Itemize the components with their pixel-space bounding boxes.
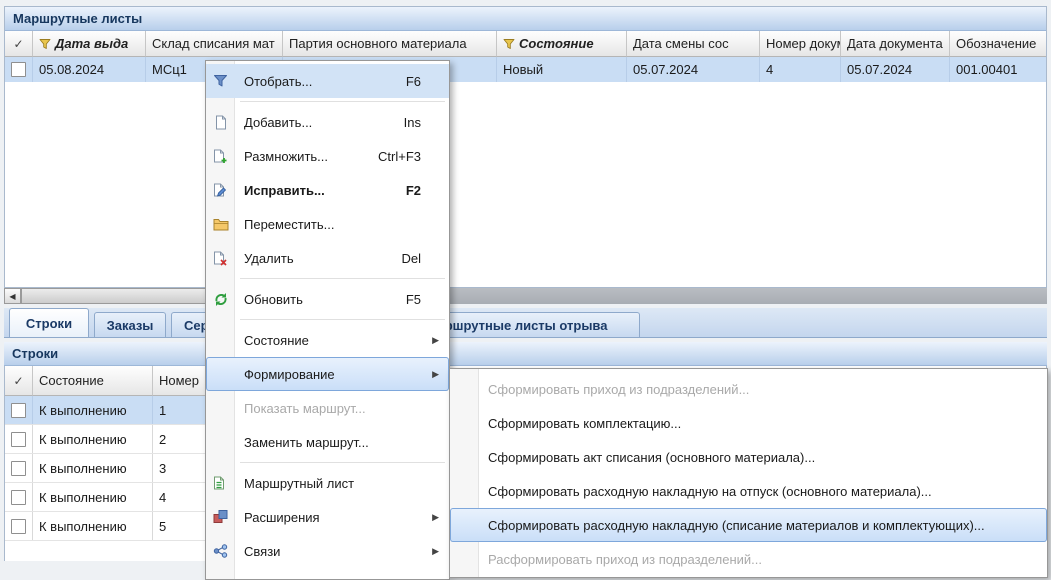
row-check-cell (5, 512, 33, 540)
filter-icon (212, 73, 229, 90)
shortcut-label: Del (383, 251, 439, 266)
menu-item-replace-route[interactable]: Заменить маршрут... (206, 425, 449, 459)
filter-icon (39, 38, 51, 50)
menu-separator (206, 275, 449, 282)
submenu-arrow-icon: ▶ (414, 546, 439, 557)
horizontal-scrollbar[interactable]: ◀ (4, 288, 1047, 304)
formation-submenu: Сформировать приход из подразделений... … (449, 368, 1048, 578)
row-check-cell (5, 396, 33, 424)
column-header-batch[interactable]: Партия основного материала (283, 31, 497, 57)
row-check-cell (5, 483, 33, 511)
lines-panel-title: Строки (12, 346, 58, 361)
shortcut-label: F2 (388, 183, 439, 198)
menu-separator (206, 459, 449, 466)
menu-item-show-route: Показать маршрут... (206, 391, 449, 425)
menu-item-filter[interactable]: Отобрать... F6 (206, 64, 449, 98)
submenu-arrow-icon: ▶ (414, 512, 439, 523)
move-folder-icon (212, 216, 229, 233)
refresh-icon (212, 291, 229, 308)
submenu-item-form-writeoff-invoice[interactable]: Сформировать расходную накладную (списан… (450, 508, 1047, 542)
column-header-check[interactable]: ✓ (5, 31, 33, 57)
menu-item-delete[interactable]: Удалить Del (206, 241, 449, 275)
checkmark-icon: ✓ (13, 37, 23, 51)
column-header-warehouse[interactable]: Склад списания мат (146, 31, 283, 57)
shortcut-label: Ins (386, 115, 439, 130)
shortcut-label: F5 (388, 292, 439, 307)
row-checkbox[interactable] (11, 519, 26, 534)
cell-issue-date: 05.08.2024 (33, 57, 146, 82)
submenu-item-form-kitting[interactable]: Сформировать комплектацию... (450, 406, 1047, 440)
menu-item-route-sheet[interactable]: Маршрутный лист (206, 466, 449, 500)
lines-column-header-check[interactable]: ✓ (5, 366, 33, 396)
row-check-cell (5, 454, 33, 482)
menu-item-duplicate[interactable]: Размножить... Ctrl+F3 (206, 139, 449, 173)
delete-icon (212, 250, 229, 267)
add-icon (212, 114, 229, 131)
menu-item-move[interactable]: Переместить... (206, 207, 449, 241)
row-check-cell (5, 425, 33, 453)
cell-line-state: К выполнению (33, 425, 153, 453)
submenu-arrow-icon: ▶ (414, 335, 439, 346)
extensions-icon (212, 509, 229, 526)
row-check-cell (5, 57, 33, 82)
cell-designation: 001.00401 (950, 57, 1046, 82)
tab-stroki[interactable]: Строки (9, 308, 89, 337)
cell-line-state: К выполнению (33, 512, 153, 540)
submenu-item-unform-receipt: Расформировать приход из подразделений..… (450, 542, 1047, 576)
menu-item-state[interactable]: Состояние ▶ (206, 323, 449, 357)
menu-separator (206, 98, 449, 105)
menu-item-refresh[interactable]: Обновить F5 (206, 282, 449, 316)
submenu-arrow-icon: ▶ (414, 369, 439, 380)
filter-icon (503, 38, 515, 50)
links-icon (212, 543, 229, 560)
cell-doc-date: 05.07.2024 (841, 57, 950, 82)
menu-item-edit[interactable]: Исправить... F2 (206, 173, 449, 207)
bottom-tabbar: Строки Заказы Сер Маршрутные листы отрыв… (4, 308, 1047, 338)
column-header-state[interactable]: Состояние (497, 31, 627, 57)
row-checkbox[interactable] (11, 461, 26, 476)
routes-table-row[interactable]: 05.08.2024 МСц1 Новый 05.07.2024 4 05.07… (5, 57, 1046, 82)
scroll-left-icon: ◀ (9, 292, 15, 301)
column-header-issue-date[interactable]: Дата выда (33, 31, 146, 57)
menu-item-formation[interactable]: Формирование ▶ (206, 357, 449, 391)
submenu-item-form-issue-invoice[interactable]: Сформировать расходную накладную на отпу… (450, 474, 1047, 508)
edit-icon (212, 182, 229, 199)
lines-panel-header: Строки (4, 342, 1047, 366)
column-header-doc-date[interactable]: Дата документа (841, 31, 950, 57)
submenu-item-form-writeoff-act[interactable]: Сформировать акт списания (основного мат… (450, 440, 1047, 474)
row-checkbox[interactable] (11, 403, 26, 418)
scroll-left-button[interactable]: ◀ (4, 288, 21, 304)
cell-line-state: К выполнению (33, 396, 153, 424)
shortcut-label: Ctrl+F3 (360, 149, 439, 164)
menu-item-links[interactable]: Связи ▶ (206, 534, 449, 568)
tab-zakazy[interactable]: Заказы (94, 312, 166, 337)
checkmark-icon: ✓ (13, 374, 23, 388)
lines-column-header-state[interactable]: Состояние (33, 366, 153, 396)
menu-item-extensions[interactable]: Расширения ▶ (206, 500, 449, 534)
row-checkbox[interactable] (11, 62, 26, 77)
cell-line-state: К выполнению (33, 454, 153, 482)
routes-panel-header: Маршрутные листы (5, 7, 1046, 31)
cell-line-state: К выполнению (33, 483, 153, 511)
duplicate-icon (212, 148, 229, 165)
scrollbar-track[interactable] (439, 288, 1047, 304)
cell-state-change-date: 05.07.2024 (627, 57, 760, 82)
routes-panel: Маршрутные листы ✓ Дата выда Склад списа… (4, 6, 1047, 288)
submenu-item-form-receipt: Сформировать приход из подразделений... (450, 372, 1047, 406)
menu-separator (206, 316, 449, 323)
shortcut-label: F6 (388, 74, 439, 89)
cell-doc-number: 4 (760, 57, 841, 82)
column-header-doc-number[interactable]: Номер докум (760, 31, 841, 57)
routes-panel-title: Маршрутные листы (13, 11, 142, 26)
cell-state: Новый (497, 57, 627, 82)
row-checkbox[interactable] (11, 490, 26, 505)
context-menu: Отобрать... F6 Добавить... Ins Размножит… (205, 60, 450, 580)
menu-item-add[interactable]: Добавить... Ins (206, 105, 449, 139)
column-header-designation[interactable]: Обозначение (950, 31, 1046, 57)
row-checkbox[interactable] (11, 432, 26, 447)
route-sheet-icon (212, 475, 229, 492)
column-header-state-change-date[interactable]: Дата смены сос (627, 31, 760, 57)
routes-grid-header: ✓ Дата выда Склад списания мат Партия ос… (5, 31, 1046, 57)
